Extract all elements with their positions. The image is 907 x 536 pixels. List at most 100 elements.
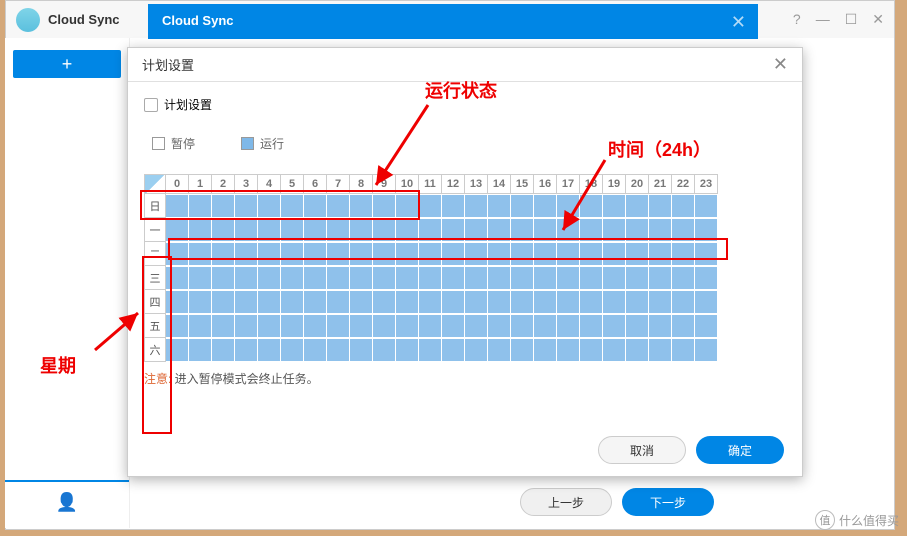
schedule-cell[interactable] [258, 242, 281, 266]
schedule-cell[interactable] [419, 314, 442, 338]
schedule-cell[interactable] [235, 194, 258, 218]
day-header-cell[interactable]: 一 [144, 218, 166, 242]
schedule-cell[interactable] [281, 266, 304, 290]
schedule-cell[interactable] [557, 338, 580, 362]
prev-button[interactable]: 上一步 [520, 488, 612, 516]
schedule-cell[interactable] [672, 242, 695, 266]
schedule-cell[interactable] [212, 266, 235, 290]
schedule-cell[interactable] [304, 266, 327, 290]
schedule-cell[interactable] [166, 194, 189, 218]
schedule-cell[interactable] [396, 266, 419, 290]
schedule-cell[interactable] [189, 242, 212, 266]
hour-header-cell[interactable]: 7 [327, 174, 350, 194]
schedule-cell[interactable] [465, 194, 488, 218]
hour-header-cell[interactable]: 9 [373, 174, 396, 194]
hour-header-cell[interactable]: 16 [534, 174, 557, 194]
schedule-cell[interactable] [511, 338, 534, 362]
schedule-cell[interactable] [534, 194, 557, 218]
schedule-cell[interactable] [511, 194, 534, 218]
schedule-cell[interactable] [212, 194, 235, 218]
schedule-cell[interactable] [166, 314, 189, 338]
schedule-cell[interactable] [327, 194, 350, 218]
schedule-cell[interactable] [511, 266, 534, 290]
hour-header-cell[interactable]: 5 [281, 174, 304, 194]
schedule-cell[interactable] [189, 338, 212, 362]
schedule-cell[interactable] [327, 338, 350, 362]
schedule-cell[interactable] [212, 290, 235, 314]
schedule-cell[interactable] [465, 338, 488, 362]
schedule-cell[interactable] [488, 242, 511, 266]
schedule-cell[interactable] [258, 338, 281, 362]
schedule-cell[interactable] [396, 242, 419, 266]
schedule-cell[interactable] [534, 314, 557, 338]
schedule-cell[interactable] [350, 242, 373, 266]
schedule-cell[interactable] [189, 314, 212, 338]
schedule-cell[interactable] [419, 194, 442, 218]
schedule-cell[interactable] [304, 290, 327, 314]
schedule-cell[interactable] [626, 290, 649, 314]
schedule-cell[interactable] [603, 290, 626, 314]
schedule-cell[interactable] [649, 194, 672, 218]
schedule-cell[interactable] [304, 338, 327, 362]
schedule-cell[interactable] [557, 290, 580, 314]
schedule-cell[interactable] [465, 290, 488, 314]
schedule-cell[interactable] [396, 194, 419, 218]
schedule-cell[interactable] [465, 314, 488, 338]
schedule-cell[interactable] [396, 338, 419, 362]
schedule-cell[interactable] [442, 290, 465, 314]
schedule-cell[interactable] [235, 290, 258, 314]
schedule-cell[interactable] [603, 194, 626, 218]
schedule-cell[interactable] [511, 314, 534, 338]
schedule-cell[interactable] [626, 266, 649, 290]
hour-header-cell[interactable]: 1 [189, 174, 212, 194]
schedule-cell[interactable] [649, 290, 672, 314]
schedule-cell[interactable] [534, 242, 557, 266]
schedule-cell[interactable] [442, 266, 465, 290]
schedule-cell[interactable] [695, 338, 718, 362]
schedule-cell[interactable] [465, 266, 488, 290]
schedule-cell[interactable] [419, 338, 442, 362]
schedule-cell[interactable] [511, 218, 534, 242]
schedule-cell[interactable] [281, 242, 304, 266]
schedule-cell[interactable] [373, 338, 396, 362]
schedule-cell[interactable] [580, 194, 603, 218]
schedule-cell[interactable] [419, 290, 442, 314]
schedule-cell[interactable] [672, 338, 695, 362]
day-header-cell[interactable]: 六 [144, 338, 166, 362]
schedule-cell[interactable] [212, 242, 235, 266]
schedule-cell[interactable] [258, 290, 281, 314]
day-header-cell[interactable]: 四 [144, 290, 166, 314]
schedule-cell[interactable] [373, 242, 396, 266]
schedule-cell[interactable] [235, 266, 258, 290]
schedule-cell[interactable] [189, 218, 212, 242]
hour-header-cell[interactable]: 3 [235, 174, 258, 194]
schedule-cell[interactable] [442, 338, 465, 362]
schedule-cell[interactable] [672, 218, 695, 242]
schedule-cell[interactable] [534, 266, 557, 290]
schedule-cell[interactable] [304, 218, 327, 242]
schedule-cell[interactable] [327, 290, 350, 314]
schedule-cell[interactable] [419, 242, 442, 266]
schedule-cell[interactable] [649, 242, 672, 266]
schedule-cell[interactable] [580, 242, 603, 266]
schedule-cell[interactable] [511, 290, 534, 314]
schedule-cell[interactable] [212, 218, 235, 242]
hour-header-cell[interactable]: 0 [166, 174, 189, 194]
schedule-cell[interactable] [166, 290, 189, 314]
schedule-cell[interactable] [603, 242, 626, 266]
schedule-cell[interactable] [488, 218, 511, 242]
hour-header-cell[interactable]: 10 [396, 174, 419, 194]
schedule-cell[interactable] [189, 290, 212, 314]
hour-header-cell[interactable]: 14 [488, 174, 511, 194]
schedule-cell[interactable] [603, 266, 626, 290]
schedule-cell[interactable] [672, 314, 695, 338]
ok-button[interactable]: 确定 [696, 436, 784, 464]
hour-header-cell[interactable]: 4 [258, 174, 281, 194]
schedule-cell[interactable] [626, 194, 649, 218]
schedule-cell[interactable] [166, 266, 189, 290]
schedule-cell[interactable] [304, 314, 327, 338]
schedule-cell[interactable] [304, 242, 327, 266]
schedule-cell[interactable] [166, 338, 189, 362]
schedule-cell[interactable] [695, 290, 718, 314]
schedule-cell[interactable] [235, 314, 258, 338]
